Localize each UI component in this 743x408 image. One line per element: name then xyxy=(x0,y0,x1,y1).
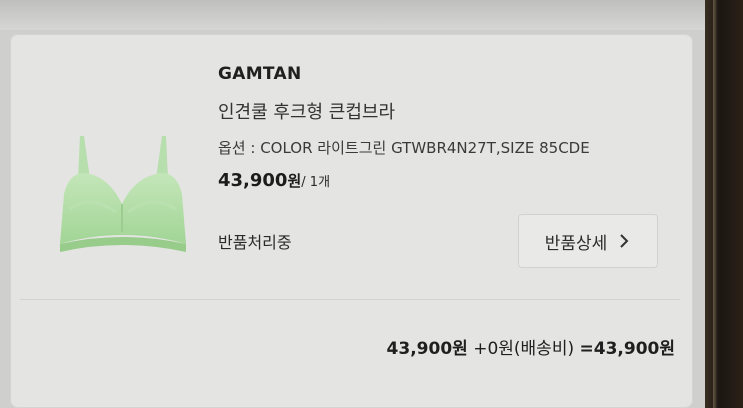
monitor-bezel xyxy=(705,0,743,408)
brand-name[interactable]: GAMTAN xyxy=(218,64,302,84)
bra-image-icon xyxy=(60,136,186,252)
order-item-card: GAMTAN 인견쿨 후크형 큰컵브라 옵션 : COLOR 라이트그린 GTW… xyxy=(10,34,693,408)
item-price: 43,900 xyxy=(218,170,288,191)
return-detail-button[interactable]: 반품상세 xyxy=(518,214,658,268)
chevron-right-icon xyxy=(617,233,631,249)
return-detail-label: 반품상세 xyxy=(544,233,608,254)
product-thumbnail[interactable] xyxy=(50,134,195,264)
summary-grand-total: =43,900원 xyxy=(579,339,676,359)
price-row: 43,900원/ 1개 xyxy=(218,170,330,191)
product-option: 옵션 : COLOR 라이트그린 GTWBR4N27T,SIZE 85CDE xyxy=(218,137,590,158)
price-unit: 원 xyxy=(287,172,302,190)
option-label: 옵션 : xyxy=(218,139,261,157)
item-quantity: / 1개 xyxy=(301,175,331,190)
monitor-bezel-edge xyxy=(713,0,717,408)
order-summary: 43,900원 +0원(배송비) =43,900원 xyxy=(387,334,675,359)
divider xyxy=(20,299,680,300)
screen-top-area xyxy=(0,0,705,30)
return-status: 반품처리중 xyxy=(218,233,292,252)
summary-shipping: +0원(배송비) xyxy=(473,339,575,359)
option-value: COLOR 라이트그린 GTWBR4N27T,SIZE 85CDE xyxy=(260,139,590,157)
summary-product-total: 43,900원 xyxy=(386,339,468,359)
product-name[interactable]: 인견쿨 후크형 큰컵브라 xyxy=(218,98,395,124)
